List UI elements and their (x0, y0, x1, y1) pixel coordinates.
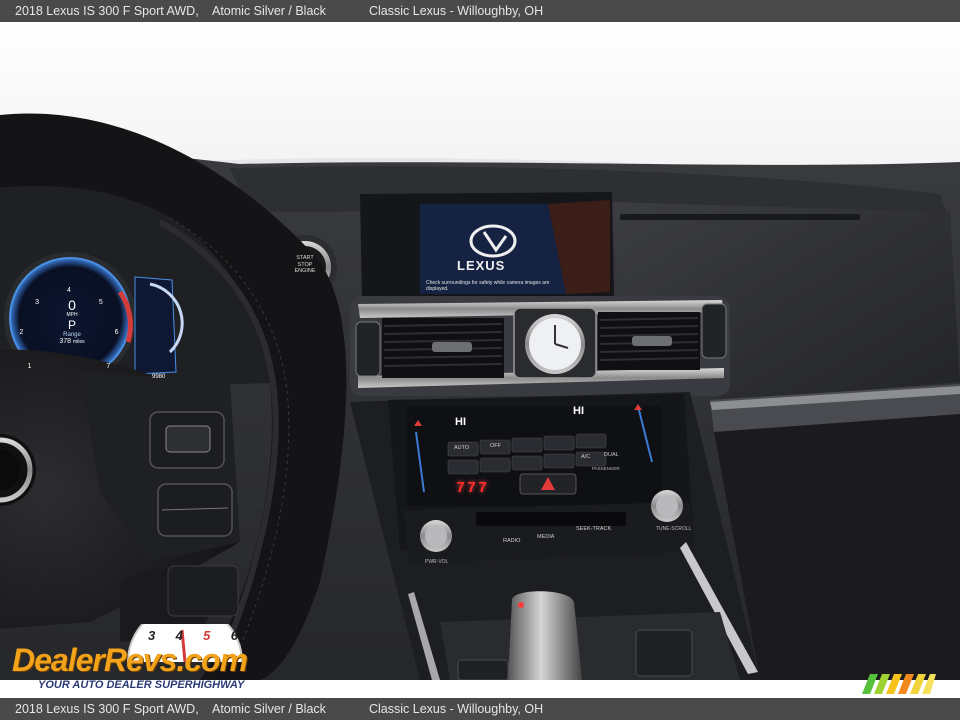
dealerrevs-logo: 3 4 5 6 DealerRevs.com YOUR AUTO DEALER … (12, 624, 272, 694)
stripes-logo-icon (862, 674, 936, 694)
caption-car: 2018 Lexus IS 300 F Sport AWD, (15, 4, 199, 18)
logo-wordmark: DealerRevs.com (12, 642, 248, 678)
right-temp: HI (573, 405, 584, 417)
gauge-tick-label: 4 (67, 287, 71, 294)
caption-bar-top: 2018 Lexus IS 300 F Sport AWD, Atomic Si… (0, 0, 960, 22)
climate-ac-button[interactable]: A/C (581, 454, 590, 460)
climate-off-button[interactable]: OFF (490, 443, 501, 449)
engine-label: ENGINE (294, 268, 316, 274)
caption-dealer: Classic Lexus - Willoughby, OH (369, 702, 544, 716)
logo-digit: 6 (230, 628, 238, 643)
screen-warning: Check surroundings for safety while came… (426, 280, 550, 292)
gear-indicator: P (67, 318, 76, 332)
gauge-tick-label: 6 (114, 329, 119, 337)
logo-gauge-digits: 3 4 5 6 (148, 628, 238, 643)
caption-color: Atomic Silver / Black (212, 4, 326, 18)
speedometer: 0 MPH P Range 378 miles (40, 298, 104, 345)
range-unit: miles (72, 339, 85, 345)
logo-tagline: YOUR AUTO DEALER SUPERHIGHWAY (38, 679, 245, 691)
media-button[interactable]: MEDIA (537, 534, 554, 540)
caption-bar-bottom: 2018 Lexus IS 300 F Sport AWD, Atomic Si… (0, 698, 960, 720)
passenger-label: PASSENGER (592, 466, 620, 471)
radio-button[interactable]: RADIO (503, 538, 520, 544)
gauge-tick-label: 5 (98, 299, 103, 307)
caption-color: Atomic Silver / Black (212, 702, 326, 716)
dashboard-photo: LEXUS Check surroundings for safety whil… (0, 22, 960, 680)
climate-auto-button[interactable]: AUTO (454, 445, 469, 451)
logo-digit: 3 (148, 628, 156, 643)
logo-digit: 4 (175, 628, 183, 643)
climate-dual-button[interactable]: DUAL (604, 452, 619, 458)
tune-scroll-label: TUNE·SCROLL (656, 526, 692, 532)
lexus-screen-logo: LEXUS (457, 258, 506, 273)
logo-digit: 5 (203, 628, 211, 643)
caption-dealer: Classic Lexus - Willoughby, OH (369, 4, 544, 18)
gauge-tick-label: 2 (19, 329, 24, 337)
left-temp: HI (455, 416, 466, 428)
climate-display: 777 (456, 480, 490, 497)
pwr-vol-label: PWR·VOL (425, 559, 449, 565)
caption-car: 2018 Lexus IS 300 F Sport AWD, (15, 702, 199, 716)
range-value: 378 (59, 338, 72, 345)
gauge-tick-label: 7 (106, 362, 111, 370)
seek-track-button[interactable]: SEEK-TRACK (576, 526, 611, 532)
gauge-tick-label: 3 (35, 299, 39, 307)
range-row: 378 miles (40, 338, 104, 345)
gauge-tick-label: 1 (27, 362, 32, 370)
odometer: 9980 (152, 374, 166, 380)
start-button[interactable]: START STOP ENGINE (287, 255, 323, 275)
speed-value: 0 (68, 297, 76, 313)
